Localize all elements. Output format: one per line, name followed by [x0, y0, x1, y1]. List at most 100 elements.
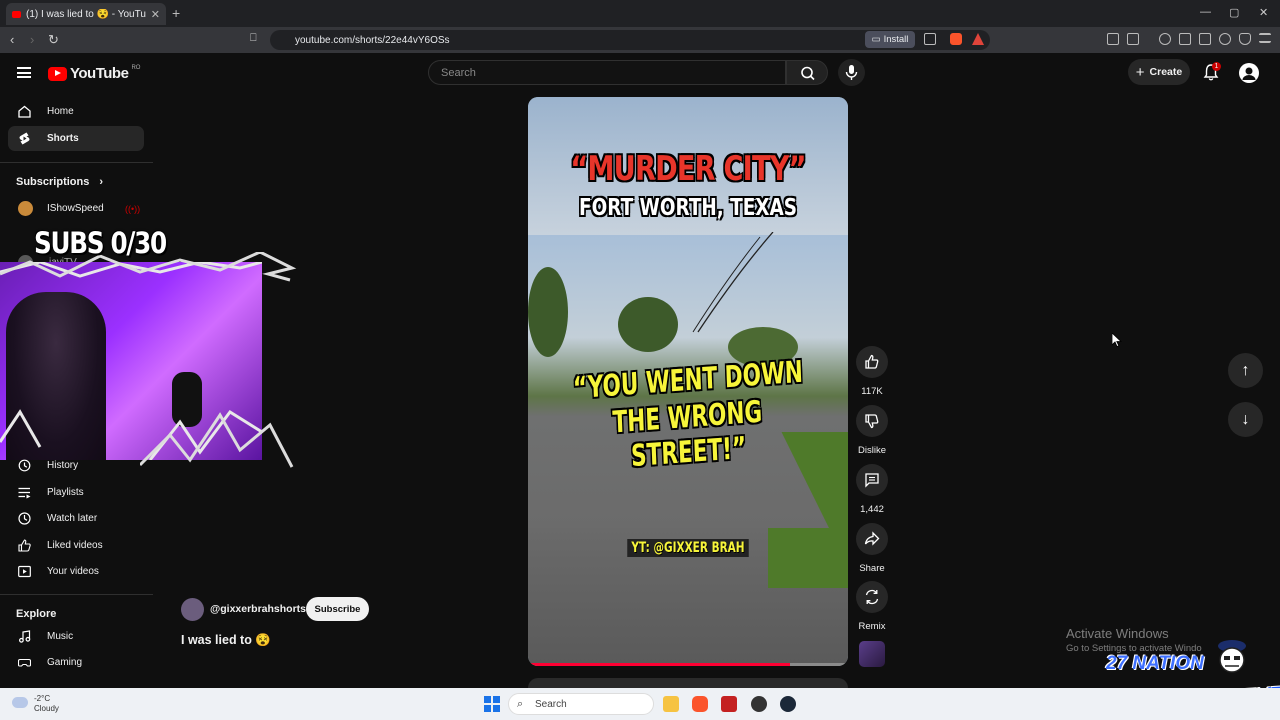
mouse-cursor-icon: [1112, 333, 1122, 347]
menu-icon[interactable]: [1259, 33, 1271, 43]
your-videos-icon: [18, 565, 31, 578]
27-nation-logo: 27 NATION: [1106, 653, 1204, 674]
search-button[interactable]: [786, 60, 828, 85]
subscription-ishowspeed[interactable]: IShowSpeed ((•)): [8, 196, 144, 221]
sidebar-item-label: History: [47, 460, 79, 471]
comments-circle: [856, 464, 888, 496]
channel-thumbnail[interactable]: [859, 641, 885, 667]
sidebar-item-home[interactable]: Home: [8, 99, 144, 124]
sidebar-item-history[interactable]: History: [8, 453, 144, 478]
channel-avatar[interactable]: [181, 598, 204, 621]
stream-app-icon[interactable]: [721, 696, 737, 712]
sidebar-item-liked-videos[interactable]: Liked videos: [8, 533, 144, 558]
subscribe-button[interactable]: Subscribe: [306, 597, 369, 621]
dislike-button[interactable]: Dislike: [856, 405, 888, 456]
chevron-right-icon: ›: [99, 176, 104, 188]
caption-location: FORT WORTH, TEXAS: [579, 195, 797, 221]
minimize-icon[interactable]: —: [1200, 6, 1211, 18]
close-window-icon[interactable]: ✕: [1259, 6, 1268, 19]
like-button[interactable]: 117K: [856, 346, 888, 397]
share-page-icon[interactable]: [924, 33, 936, 45]
caption-credit-text: YT: @GIXXER BRAH: [626, 539, 750, 557]
brave-browser-icon[interactable]: [692, 696, 708, 712]
obs-icon[interactable]: [751, 696, 767, 712]
subscriptions-heading[interactable]: Subscriptions ›: [16, 176, 103, 188]
share-button[interactable]: Share: [856, 523, 888, 574]
previous-short-button[interactable]: ↑: [1228, 353, 1263, 388]
close-tab-icon[interactable]: ✕: [151, 8, 160, 21]
wallet-icon[interactable]: [1199, 33, 1211, 45]
video-progress-bar[interactable]: [528, 663, 848, 666]
install-button[interactable]: ▭ Install: [865, 31, 915, 48]
voice-search-button[interactable]: [838, 59, 865, 86]
sidebar-item-watch-later[interactable]: Watch later: [8, 506, 144, 531]
youtube-logo[interactable]: YouTube RO: [48, 65, 140, 82]
sidebar-item-your-videos[interactable]: Your videos: [8, 559, 144, 584]
browser-tab[interactable]: (1) I was lied to 😵 - YouTube ✕: [6, 3, 166, 25]
plus-icon: +: [1135, 63, 1145, 81]
sidebar-toggle-icon[interactable]: [1179, 33, 1191, 45]
tab-search-icon[interactable]: [1127, 33, 1139, 45]
reload-icon[interactable]: ↻: [48, 32, 59, 48]
brave-rewards-icon[interactable]: [972, 33, 984, 45]
thumbs-up-icon: [865, 354, 879, 369]
maximize-icon[interactable]: ▢: [1229, 6, 1239, 19]
video-progress-fill: [528, 663, 791, 666]
extensions-icon[interactable]: [1107, 33, 1119, 45]
comments-button[interactable]: 1,442: [856, 464, 888, 515]
short-video-player[interactable]: “MURDER CITY” FORT WORTH, TEXAS “YOU WEN…: [528, 97, 848, 666]
steam-icon[interactable]: [780, 696, 796, 712]
install-label: Install: [883, 34, 909, 45]
subscribe-label: Subscribe: [314, 603, 361, 615]
sidebar-item-shorts[interactable]: Shorts: [8, 126, 144, 151]
remix-button[interactable]: Remix: [856, 581, 888, 632]
arrow-down-icon: ↓: [1241, 410, 1250, 428]
back-icon[interactable]: ‹: [10, 32, 14, 47]
sidebar-item-label: Playlists: [47, 487, 84, 498]
remix-label: Remix: [858, 621, 886, 632]
share-icon: [864, 531, 880, 546]
activate-windows-title: Activate Windows: [1066, 626, 1169, 641]
channel-name[interactable]: @gixxerbrahshorts: [210, 603, 306, 615]
bookmark-icon[interactable]: ⎕: [250, 32, 257, 45]
sidebar-item-playlists[interactable]: Playlists: [8, 480, 144, 505]
home-icon: [18, 105, 31, 118]
hamburger-menu-icon[interactable]: [17, 67, 31, 78]
new-tab-icon[interactable]: +: [172, 5, 180, 21]
media-icon[interactable]: [1159, 33, 1171, 45]
channel-avatar: [18, 201, 33, 216]
microphone-icon: [845, 65, 858, 80]
weather-condition: Cloudy: [34, 704, 59, 713]
brave-shield-icon[interactable]: [950, 33, 962, 45]
create-button[interactable]: + Create: [1128, 59, 1190, 85]
account-avatar[interactable]: [1239, 63, 1259, 83]
thumbs-down-icon: [865, 414, 879, 429]
youtube-favicon-icon: [12, 10, 21, 18]
playlists-icon: [18, 487, 31, 499]
sidebar-item-music[interactable]: Music: [8, 624, 144, 649]
video-grass: [768, 528, 848, 588]
vpn-icon[interactable]: [1239, 33, 1251, 45]
search-input[interactable]: Search: [428, 60, 786, 85]
browser-tab-bar: (1) I was lied to 😵 - YouTube ✕ + — ▢ ✕: [0, 0, 1280, 27]
windows-start-icon[interactable]: [484, 696, 500, 712]
watch-later-icon: [18, 512, 31, 525]
dislike-label: Dislike: [858, 445, 886, 456]
live-indicator-icon: ((•)): [125, 203, 141, 214]
tab-title: (1) I was lied to 😵 - YouTube: [26, 8, 146, 20]
sidebar-item-gaming[interactable]: Gaming: [8, 650, 144, 675]
search-icon: [801, 66, 815, 81]
next-short-button[interactable]: ↓: [1228, 402, 1263, 437]
shorts-icon: [19, 132, 30, 145]
sidebar-item-label: IShowSpeed: [47, 203, 104, 214]
youtube-play-icon: [48, 66, 67, 81]
taskbar-search-icon: ⌕: [517, 697, 524, 710]
taskbar-search[interactable]: ⌕ Search: [508, 693, 654, 715]
sidebar-item-label: Home: [47, 106, 74, 117]
cloud-weather-icon: [12, 697, 28, 708]
forward-icon[interactable]: ›: [30, 32, 34, 47]
file-explorer-icon[interactable]: [663, 696, 679, 712]
leo-ai-icon[interactable]: [1219, 33, 1231, 45]
weather-widget[interactable]: -2°C Cloudy: [34, 694, 59, 714]
sidebar-item-label: Watch later: [47, 513, 98, 524]
